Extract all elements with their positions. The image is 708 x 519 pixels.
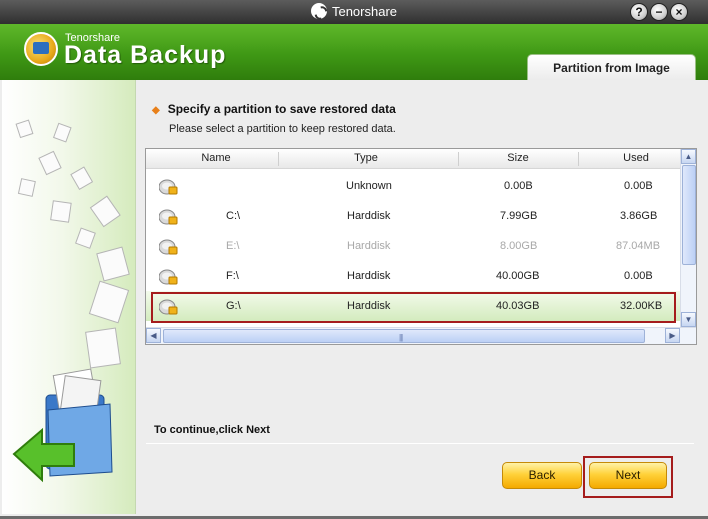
row-name: C:\ [226,210,241,222]
hard-disk-icon [159,269,178,285]
title-bar: Tenorshare ? − × [0,0,708,24]
window-title: Tenorshare [331,3,398,19]
bullet-icon: ◆ [152,105,160,116]
row-name: E:\ [226,240,240,252]
scroll-left-icon[interactable]: ◀ [146,328,161,343]
title-brand: Tenorshare [310,3,398,19]
scroll-up-icon[interactable]: ▲ [681,149,696,164]
continue-instruction: To continue,click Next [154,424,270,436]
close-button[interactable]: × [670,3,688,21]
app-header: Tenorshare Data Backup Partition from Im… [0,24,708,80]
row-name: F:\ [226,270,239,282]
row-used: 0.00B [624,270,653,282]
row-type: Harddisk [347,270,391,282]
row-used: 87.04MB [616,240,661,252]
row-size: 7.99GB [500,210,538,222]
selection-highlight-frame [151,292,676,323]
row-used: 0.00B [624,180,653,192]
row-type: Harddisk [347,210,391,222]
column-separator[interactable] [578,152,579,166]
scroll-right-icon[interactable]: ▶ [665,328,680,343]
documents-into-folder-icon [12,119,130,483]
footer-divider [146,443,694,444]
vertical-scroll-thumb[interactable] [682,165,696,265]
horizontal-scrollbar[interactable]: ◀ ||| ▶ [146,327,696,344]
sidebar-art [2,80,136,514]
hard-disk-icon [159,179,178,195]
step-title-text: Specify a partition to save restored dat… [167,102,396,116]
row-type: Harddisk [347,240,391,252]
column-separator[interactable] [458,152,459,166]
table-row[interactable]: C:\ Harddisk 7.99GB 3.86GB [146,201,680,231]
table-row[interactable]: F:\ Harddisk 40.00GB 0.00B [146,261,680,291]
scroll-grip-icon: ||| [399,333,403,342]
column-type[interactable]: Type [346,152,386,164]
tab-partition-from-image[interactable]: Partition from Image [527,54,696,80]
horizontal-scroll-thumb[interactable]: ||| [163,329,645,343]
vertical-scrollbar[interactable]: ▲ ▼ [680,149,696,327]
column-name[interactable]: Name [196,152,236,164]
column-size[interactable]: Size [496,152,540,164]
table-row[interactable]: Unknown 0.00B 0.00B [146,171,680,201]
row-size: 0.00B [504,180,533,192]
table-row: E:\ Harddisk 8.00GB 87.04MB [146,231,680,261]
scroll-down-icon[interactable]: ▼ [681,312,696,327]
row-type: Unknown [346,180,392,192]
tenorshare-logo-icon [310,3,327,19]
data-backup-logo-icon [24,32,58,66]
brand-product: Data Backup [64,41,227,69]
row-size: 8.00GB [500,240,538,252]
row-size: 40.00GB [496,270,540,282]
column-used[interactable]: Used [614,152,658,164]
window-controls: ? − × [630,3,688,21]
step-title: ◆ Specify a partition to save restored da… [152,102,396,116]
help-button[interactable]: ? [630,3,648,21]
list-header: Name Type Size Used [146,149,680,169]
column-separator[interactable] [278,152,279,166]
hard-disk-icon [159,209,178,225]
step-subtitle: Please select a partition to keep restor… [169,123,396,135]
row-used: 3.86GB [620,210,658,222]
minimize-button[interactable]: − [650,3,668,21]
hard-disk-icon [159,239,178,255]
next-highlight-frame [583,456,673,498]
back-button[interactable]: Back [502,462,582,489]
